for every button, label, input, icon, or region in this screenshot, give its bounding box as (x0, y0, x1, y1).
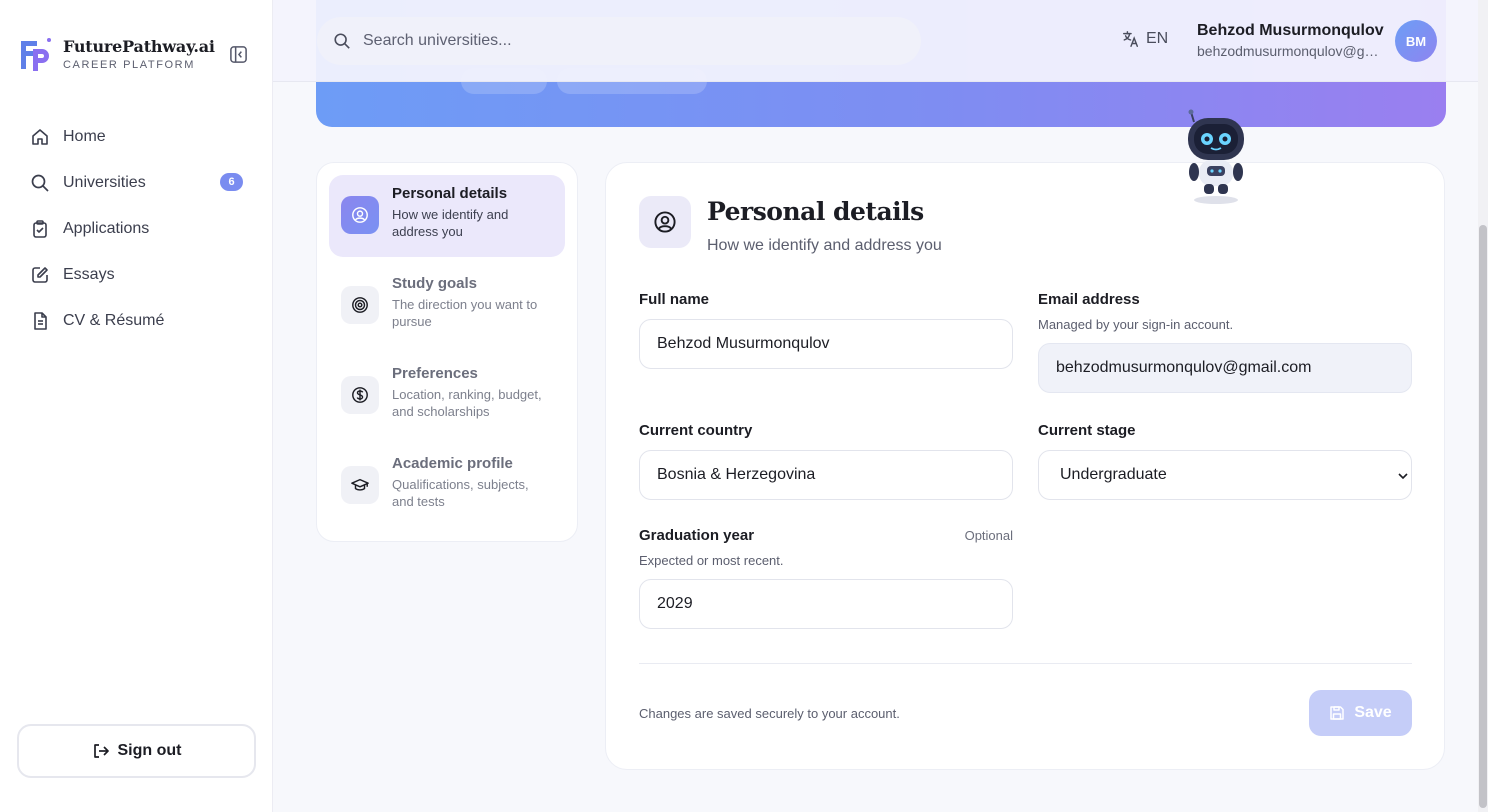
full-name-label: Full name (639, 291, 710, 308)
stage-select[interactable]: Undergraduate (1038, 450, 1412, 500)
user-email: behzodmusurmonqulov@gmail.com (1197, 43, 1382, 59)
sidebar-item-cv-resume[interactable]: CV & Résumé (18, 298, 255, 344)
main-content: EN Behzod Musurmonqulov behzodmusurmonqu… (273, 0, 1488, 812)
sidebar-item-applications[interactable]: Applications (18, 206, 255, 252)
graduation-cap-icon (351, 478, 369, 491)
dollar-circle-icon (352, 387, 368, 403)
document-icon (34, 312, 47, 330)
page-subtitle: How we identify and address you (707, 237, 942, 254)
sidebar-item-universities[interactable]: Universities 6 (18, 160, 255, 206)
step-title: Personal details (392, 185, 508, 202)
email-label: Email address (1038, 291, 1140, 308)
avatar[interactable]: BM (1395, 20, 1437, 62)
step-title: Preferences (392, 365, 478, 382)
language-code: EN (1146, 30, 1169, 47)
country-field: Current country (639, 422, 1013, 500)
sidebar-nav: Home Universities 6 Applications Essays … (18, 114, 255, 344)
user-circle-icon (352, 207, 368, 223)
sidebar-item-label: Essays (63, 266, 115, 283)
universities-count-badge: 6 (220, 173, 243, 191)
step-personal-details[interactable]: Personal details How we identify and add… (329, 175, 565, 257)
clipboard-icon (33, 220, 47, 238)
graduation-year-help: Expected or most recent. (639, 553, 784, 568)
collapse-sidebar-icon[interactable] (229, 45, 248, 64)
optional-tag: Optional (964, 528, 1013, 543)
graduation-year-label: Graduation year (639, 527, 755, 544)
chevron-down-icon (1398, 473, 1408, 480)
pen-icon (32, 267, 48, 283)
step-description: The direction you want to pursue (392, 297, 538, 329)
search-input[interactable] (363, 32, 883, 50)
search-box (317, 17, 921, 65)
full-name-input[interactable] (639, 319, 1013, 369)
target-icon (352, 297, 368, 313)
save-button[interactable]: Save (1309, 690, 1412, 736)
page-scrollbar[interactable] (1478, 0, 1488, 812)
brand-subtitle: CAREER PLATFORM (63, 59, 195, 71)
scrollbar-thumb[interactable] (1479, 225, 1487, 808)
user-info[interactable]: Behzod Musurmonqulov behzodmusurmonqulov… (1197, 22, 1387, 59)
robot-mascot-icon (1188, 109, 1244, 204)
step-academic-profile[interactable]: Academic profile Qualifications, subject… (329, 445, 565, 527)
brand-logo-icon (21, 38, 51, 71)
page-title: Personal details (707, 197, 924, 226)
brand[interactable]: FuturePathway.ai CAREER PLATFORM (18, 35, 215, 73)
search-icon (334, 33, 350, 49)
sidebar: FuturePathway.ai CAREER PLATFORM Home Un… (0, 0, 273, 812)
search-icon (31, 174, 49, 192)
sidebar-item-label: Universities (63, 174, 146, 191)
step-title: Academic profile (392, 455, 513, 472)
graduation-year-input[interactable] (639, 579, 1013, 629)
stage-selected-value: Undergraduate (1060, 466, 1167, 483)
country-input[interactable] (639, 450, 1013, 500)
full-name-field: Full name (639, 291, 1013, 369)
email-help: Managed by your sign-in account. (1038, 317, 1234, 332)
sidebar-item-label: Applications (63, 220, 150, 237)
topbar: EN Behzod Musurmonqulov behzodmusurmonqu… (273, 0, 1478, 82)
email-input (1038, 343, 1412, 393)
sidebar-item-home[interactable]: Home (18, 114, 255, 160)
save-label: Save (1354, 704, 1392, 721)
brand-name: FuturePathway.ai (63, 37, 215, 56)
step-description: How we identify and address you (392, 207, 509, 239)
stage-label: Current stage (1038, 422, 1136, 439)
personal-details-card: Personal details How we identify and add… (605, 162, 1445, 770)
email-field: Email address Managed by your sign-in ac… (1038, 291, 1412, 393)
step-preferences[interactable]: Preferences Location, ranking, budget, a… (329, 355, 565, 437)
sign-out-icon (93, 744, 109, 758)
profile-steps: Personal details How we identify and add… (316, 162, 578, 542)
sidebar-item-label: Home (63, 128, 106, 145)
sign-out-label: Sign out (117, 742, 182, 759)
country-label: Current country (639, 422, 753, 439)
user-circle-icon (654, 211, 676, 233)
step-description: Qualifications, subjects, and tests (392, 477, 529, 509)
home-icon (32, 129, 48, 145)
save-note: Changes are saved securely to your accou… (639, 706, 900, 721)
user-name: Behzod Musurmonqulov (1197, 22, 1384, 39)
step-description: Location, ranking, budget, and scholarsh… (392, 387, 542, 419)
stage-field: Current stage Undergraduate (1038, 422, 1412, 500)
step-study-goals[interactable]: Study goals The direction you want to pu… (329, 265, 565, 347)
translate-icon (1123, 31, 1139, 47)
graduation-year-field: Graduation year Optional Expected or mos… (639, 527, 1013, 629)
sidebar-item-essays[interactable]: Essays (18, 252, 255, 298)
divider (639, 663, 1412, 664)
sidebar-item-label: CV & Résumé (63, 312, 165, 329)
save-icon (1330, 706, 1345, 720)
step-title: Study goals (392, 275, 478, 292)
sign-out-button[interactable]: Sign out (17, 724, 256, 778)
language-switcher[interactable]: EN (1122, 30, 1168, 48)
